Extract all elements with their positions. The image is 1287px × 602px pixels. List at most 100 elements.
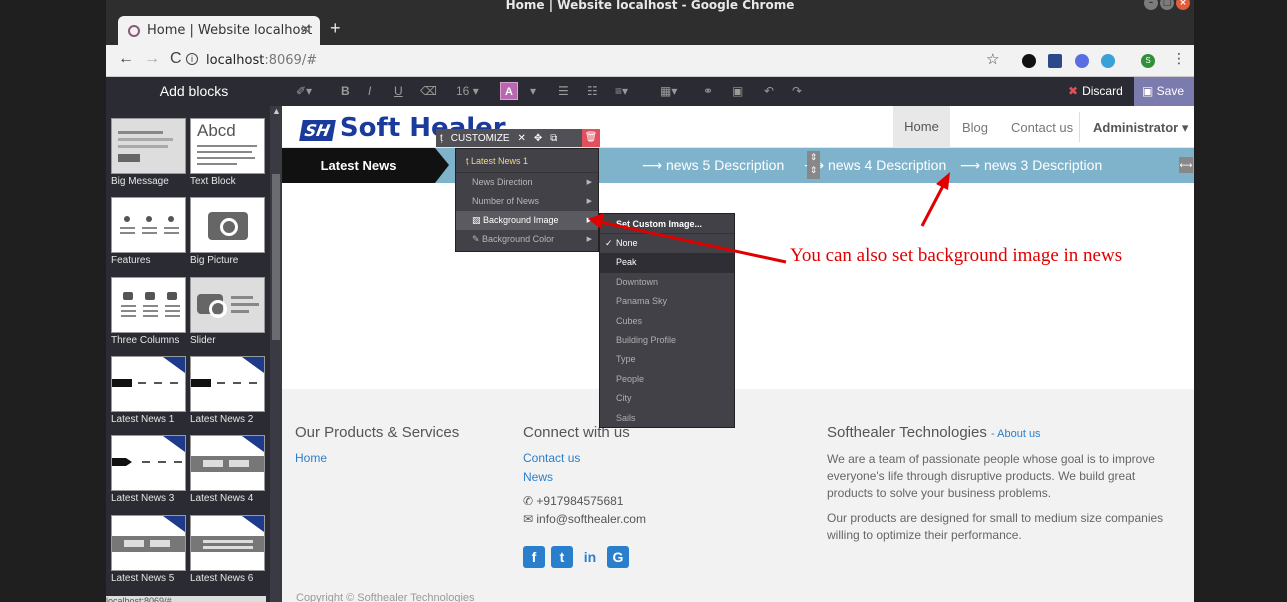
extension-icon-2[interactable] xyxy=(1048,54,1062,68)
submenu-arrow-icon: ▶ xyxy=(586,217,592,224)
news-direction-item[interactable]: News Direction ▶ xyxy=(456,173,598,192)
extension-icon-1[interactable] xyxy=(1022,54,1036,68)
bg-option-peak[interactable]: Peak xyxy=(600,253,734,273)
block-text-block[interactable]: Abcd Text Block xyxy=(190,118,265,187)
close-window-button[interactable]: × xyxy=(1176,0,1190,10)
latest-news-strip[interactable]: Latest News ⟶ news 5 Description ⟶ news … xyxy=(282,148,1194,183)
resize-vertical-handle[interactable]: ⇕ ⇕ xyxy=(807,151,820,179)
customize-menu-header[interactable]: ṭ Latest News 1 xyxy=(456,149,598,173)
maximize-button[interactable]: □ xyxy=(1160,0,1174,10)
extension-icon-3[interactable] xyxy=(1075,54,1089,68)
redo-icon[interactable]: ↷ xyxy=(792,84,802,98)
undo-icon[interactable]: ↶ xyxy=(764,84,774,98)
footer-home-link[interactable]: Home xyxy=(295,451,495,465)
news-text: news 4 Description xyxy=(827,157,947,173)
block-big-picture[interactable]: Big Picture xyxy=(190,197,265,266)
linkedin-icon[interactable]: in xyxy=(579,546,601,568)
block-slider[interactable]: Slider xyxy=(190,277,265,346)
delete-icon[interactable]: 🗑 xyxy=(582,129,600,147)
link-icon[interactable]: ⚭ xyxy=(703,84,713,98)
news-item[interactable]: ⟶ news 5 Description xyxy=(642,157,784,174)
block-latest-news-5[interactable]: Latest News 5 xyxy=(111,515,186,584)
bg-option-cubes[interactable]: Cubes xyxy=(600,312,734,331)
status-bar-url: localhost:8069/# xyxy=(106,596,266,602)
camera-icon xyxy=(197,294,227,318)
background-color-item[interactable]: ✎ Background Color ▶ xyxy=(456,230,598,249)
sidebar-scroll-thumb[interactable] xyxy=(272,174,280,340)
bg-option-panama-sky[interactable]: Panama Sky xyxy=(600,292,734,311)
discard-button[interactable]: ✖ Discard xyxy=(1060,77,1134,106)
website-preview: SH Soft Healer Home Blog Contact us Admin… xyxy=(282,106,1194,602)
add-blocks-title: Add blocks xyxy=(159,83,229,99)
footer-news-link[interactable]: News xyxy=(523,470,743,484)
menu-contact[interactable]: Contact us xyxy=(1011,120,1073,135)
unordered-list-icon[interactable]: ☰ xyxy=(558,84,569,98)
chrome-menu-icon[interactable]: ⋮ xyxy=(1172,50,1186,67)
block-three-columns[interactable]: Three Columns xyxy=(111,277,186,346)
extension-icon-4[interactable] xyxy=(1101,54,1115,68)
forward-icon[interactable]: → xyxy=(144,50,160,68)
clone-icon[interactable]: ⧉ xyxy=(550,133,557,144)
bookmark-star-icon[interactable]: ☆ xyxy=(986,50,999,68)
news-item[interactable]: ⟶ news 3 Description xyxy=(960,157,1102,174)
google-plus-icon[interactable]: G xyxy=(607,546,629,568)
about-us-link[interactable]: - About us xyxy=(991,428,1041,440)
save-button[interactable]: ▣ Save xyxy=(1134,77,1194,106)
customize-button[interactable]: CUSTOMIZE xyxy=(451,133,510,144)
block-latest-news-6[interactable]: Latest News 6 xyxy=(190,515,265,584)
align-dropdown-icon[interactable]: ≡▾ xyxy=(615,84,628,98)
tab-close-icon[interactable]: × xyxy=(300,22,311,37)
bg-option-people[interactable]: People xyxy=(600,370,734,389)
underline-button[interactable]: U xyxy=(394,84,403,98)
new-tab-button[interactable]: + xyxy=(330,18,341,39)
browser-tab[interactable]: Home | Website localhost × xyxy=(118,16,320,45)
bg-option-type[interactable]: Type xyxy=(600,350,734,369)
font-color-button[interactable]: A xyxy=(500,82,518,100)
set-custom-image-item[interactable]: Set Custom Image... xyxy=(600,214,734,234)
block-big-message[interactable]: Big Message xyxy=(111,118,186,187)
style-dropdown-icon[interactable]: ✐▾ xyxy=(296,84,312,98)
background-image-item[interactable]: ▨ Background Image ▶ xyxy=(456,211,598,230)
reload-icon[interactable]: C xyxy=(170,50,182,68)
eraser-icon[interactable]: ⌫ xyxy=(420,84,437,98)
menu-blog[interactable]: Blog xyxy=(962,120,988,135)
bg-option-sails[interactable]: Sails xyxy=(600,409,734,428)
block-latest-news-2[interactable]: Latest News 2 xyxy=(190,356,265,425)
font-size-dropdown[interactable]: 16 ▾ xyxy=(456,84,479,98)
table-dropdown-icon[interactable]: ▦▾ xyxy=(660,84,677,98)
color-dropdown-icon[interactable]: ▾ xyxy=(530,84,536,98)
remove-icon[interactable]: ✕ xyxy=(518,133,526,144)
envelope-icon: ✉ xyxy=(523,512,537,526)
back-icon[interactable]: ← xyxy=(118,50,134,68)
parent-select-icon[interactable]: ṭ xyxy=(440,133,443,144)
twitter-icon[interactable]: t xyxy=(551,546,573,568)
footer-contact-link[interactable]: Contact us xyxy=(523,451,743,465)
news-item[interactable]: ⟶ news 4 Description xyxy=(804,157,946,174)
scroll-up-icon[interactable]: ▲ xyxy=(272,106,281,116)
minimize-button[interactable]: – xyxy=(1144,0,1158,10)
bold-button[interactable]: B xyxy=(341,84,350,98)
block-latest-news-3[interactable]: Latest News 3 xyxy=(111,435,186,504)
facebook-icon[interactable]: f xyxy=(523,546,545,568)
media-icon[interactable]: ▣ xyxy=(732,84,743,98)
block-thumbnail xyxy=(190,356,265,412)
block-latest-news-4[interactable]: Latest News 4 xyxy=(190,435,265,504)
italic-button[interactable]: I xyxy=(368,84,371,98)
bg-option-none[interactable]: ✓ None xyxy=(600,234,734,253)
number-of-news-item[interactable]: Number of News ▶ xyxy=(456,192,598,211)
ordered-list-icon[interactable]: ☷ xyxy=(587,84,598,98)
profile-avatar[interactable]: S xyxy=(1141,54,1155,68)
block-label: Features xyxy=(111,255,151,266)
site-info-icon[interactable]: i xyxy=(186,53,198,65)
news-direction-label: News Direction xyxy=(472,177,533,187)
url-input[interactable]: localhost:8069/# xyxy=(206,53,317,68)
block-latest-news-1[interactable]: Latest News 1 xyxy=(111,356,186,425)
bg-option-city[interactable]: City xyxy=(600,389,734,408)
menu-home[interactable]: Home xyxy=(893,106,950,148)
block-features[interactable]: Features xyxy=(111,197,186,266)
bg-option-downtown[interactable]: Downtown xyxy=(600,273,734,292)
move-icon[interactable]: ✥ xyxy=(534,133,542,144)
menu-administrator[interactable]: Administrator ▾ xyxy=(1093,120,1188,136)
bg-option-building-profile[interactable]: Building Profile xyxy=(600,331,734,350)
resize-horizontal-handle[interactable]: ⟷ xyxy=(1179,157,1193,173)
